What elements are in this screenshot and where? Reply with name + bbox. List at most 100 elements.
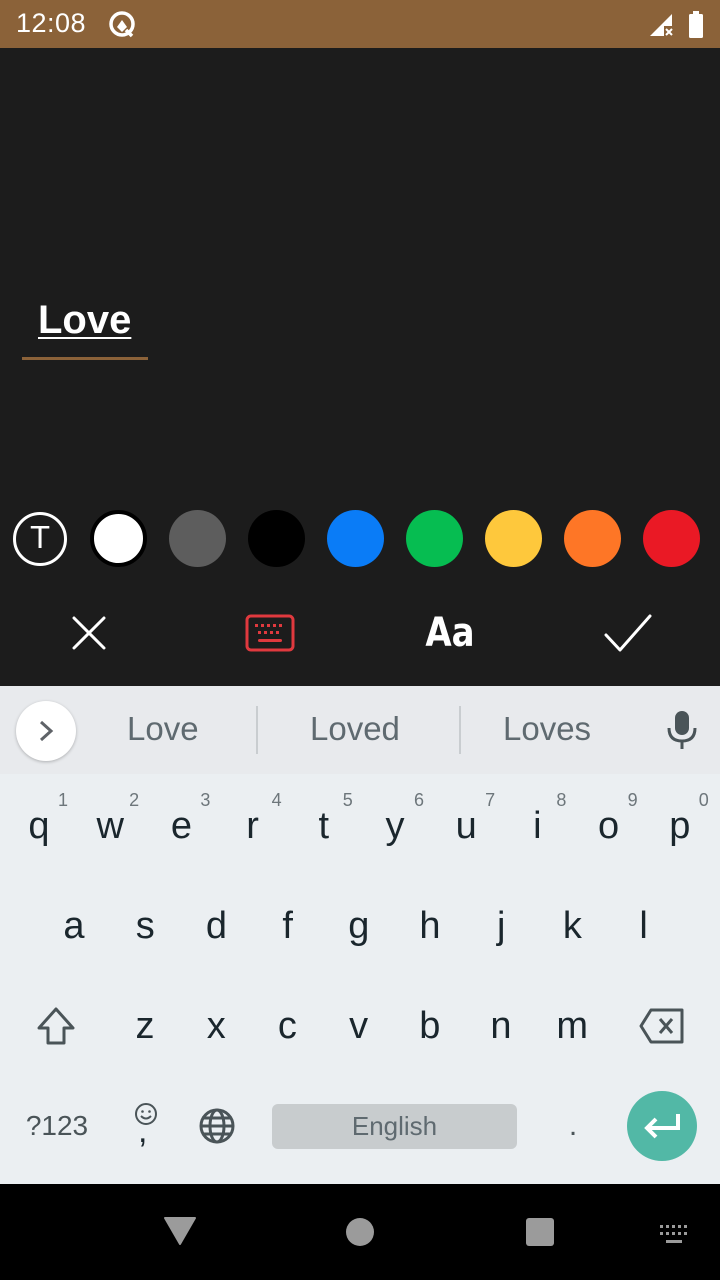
check-icon [604,614,652,652]
key-i[interactable]: i8 [502,786,572,866]
key-l[interactable]: l [609,886,679,966]
key-q[interactable]: q1 [4,786,74,866]
key-label: o [598,804,620,847]
key-t[interactable]: t5 [289,786,359,866]
key-m[interactable]: m [537,986,607,1066]
key-number-hint: 9 [627,790,638,810]
close-button[interactable] [62,608,116,658]
key-number-hint: 8 [556,790,567,810]
keyboard-icon [245,614,295,652]
key-a[interactable]: a [39,886,109,966]
text-editor-canvas[interactable]: Love [0,48,720,686]
key-number-hint: 6 [413,790,424,810]
text-input-underline [22,357,148,360]
recents-icon[interactable] [525,1217,555,1247]
color-swatch-blue[interactable] [327,510,384,567]
key-r[interactable]: r4 [218,786,288,866]
soft-keyboard: Love Loved Loves q1w2e3r4t5y6u7i8o9p0 as… [0,686,720,1184]
color-swatch-yellow[interactable] [485,510,542,567]
color-swatch-black[interactable] [248,510,305,567]
key-j[interactable]: j [466,886,536,966]
key-z[interactable]: z [110,986,180,1066]
key-label: w [96,804,124,847]
key-h[interactable]: h [395,886,465,966]
status-bar: 12:08 [0,0,720,48]
text-layer[interactable]: Love [38,298,131,343]
keyboard-switch-icon[interactable] [659,1224,691,1246]
enter-key[interactable] [627,1091,697,1161]
suggestion-3[interactable]: Loves [503,710,591,748]
key-number-hint: 5 [342,790,353,810]
close-icon [72,616,106,650]
navigation-bar [0,1184,720,1280]
key-b[interactable]: b [395,986,465,1066]
color-swatch-orange[interactable] [564,510,621,567]
language-key[interactable] [186,1086,248,1166]
comma-label: , [138,1112,148,1150]
key-f[interactable]: f [253,886,323,966]
key-c[interactable]: c [252,986,322,1066]
space-key[interactable]: English [272,1104,517,1149]
key-label: y [385,804,405,847]
backspace-icon [639,1008,684,1044]
key-label: t [318,804,330,847]
chevron-right-icon [39,720,54,742]
suggestion-1[interactable]: Love [127,710,199,748]
key-number-hint: 2 [129,790,140,810]
globe-icon [199,1108,235,1144]
color-swatch-red[interactable] [643,510,700,567]
expand-toolbar-button[interactable] [16,701,76,761]
key-number-hint: 4 [271,790,282,810]
key-k[interactable]: k [537,886,607,966]
key-u[interactable]: u7 [431,786,501,866]
color-swatch-white[interactable] [90,510,147,567]
key-e[interactable]: e3 [146,786,216,866]
key-number-hint: 7 [485,790,496,810]
key-w[interactable]: w2 [75,786,145,866]
key-label: q [28,804,50,847]
key-label: e [170,804,192,847]
text-style-button[interactable]: T [13,512,67,566]
shift-key[interactable] [20,986,92,1066]
key-label: r [246,804,259,847]
enter-icon [644,1114,680,1139]
comma-key[interactable]: , [112,1086,178,1166]
color-swatch-green[interactable] [406,510,463,567]
color-swatch-gray[interactable] [169,510,226,567]
key-number-hint: 3 [200,790,211,810]
font-button[interactable]: Aa [423,608,477,658]
suggestion-strip: Love Loved Loves [0,686,720,774]
confirm-button[interactable] [601,608,655,658]
key-s[interactable]: s [110,886,180,966]
keyboard-toggle-button[interactable] [243,608,297,658]
mic-icon[interactable] [664,710,700,750]
home-icon[interactable] [345,1217,375,1247]
key-o[interactable]: o9 [574,786,644,866]
key-n[interactable]: n [466,986,536,1066]
key-d[interactable]: d [181,886,251,966]
key-g[interactable]: g [324,886,394,966]
key-label: p [669,804,691,847]
suggestion-2[interactable]: Loved [310,710,400,748]
key-number-hint: 1 [57,790,68,810]
status-time: 12:08 [16,8,87,38]
editor-toolbar: Aa [0,600,720,666]
signal-no-service-icon [650,14,673,36]
key-v[interactable]: v [324,986,394,1066]
symbols-key[interactable]: ?123 [12,1086,102,1166]
key-label: u [455,804,477,847]
key-y[interactable]: y6 [360,786,430,866]
period-key[interactable]: . [540,1086,606,1166]
key-p[interactable]: p0 [645,786,715,866]
suggestion-divider [256,706,258,754]
key-label: i [533,804,542,847]
shift-icon [37,1007,75,1045]
app-notification-icon [109,11,135,38]
back-icon[interactable] [163,1216,197,1246]
suggestion-divider [459,706,461,754]
backspace-key[interactable] [626,986,698,1066]
key-number-hint: 0 [698,790,709,810]
key-x[interactable]: x [181,986,251,1066]
color-palette: T [0,510,720,568]
battery-full-icon [689,11,703,38]
